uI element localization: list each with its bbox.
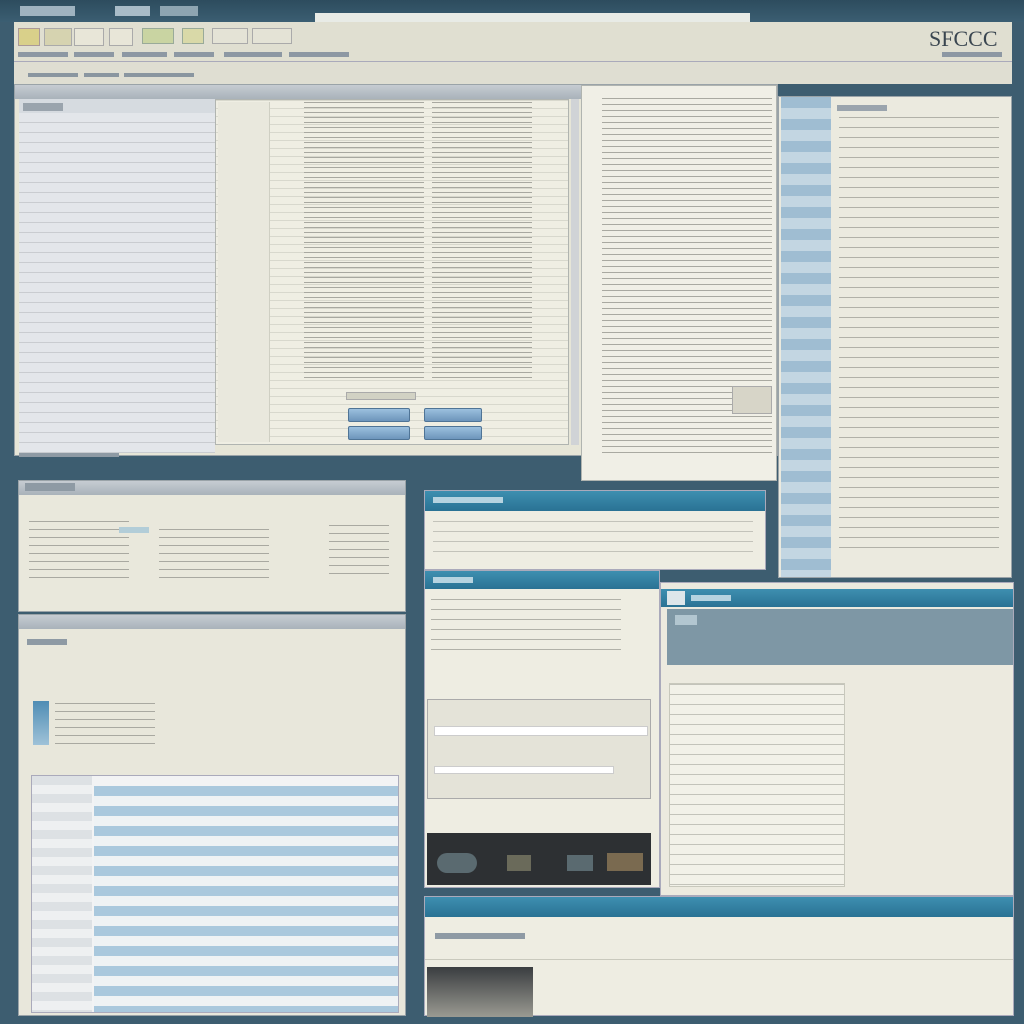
data-table-rows[interactable] — [94, 786, 398, 1012]
toolbar-icon-1[interactable] — [18, 28, 40, 46]
teal-panel-c-icon — [667, 591, 685, 605]
breadcrumb-item[interactable] — [124, 73, 194, 77]
dialog-title — [25, 483, 75, 491]
primary-button[interactable] — [348, 408, 410, 422]
tab-1[interactable] — [675, 615, 697, 625]
teal-panel-b — [424, 570, 660, 888]
dialog-text-2 — [159, 529, 269, 579]
main-window — [14, 84, 778, 481]
list-row-content — [27, 115, 207, 126]
toolbar-icon-6[interactable] — [182, 28, 204, 44]
teal-panel-a-title — [433, 497, 503, 503]
record-thumbnail[interactable] — [33, 701, 49, 745]
menu-item-2[interactable] — [74, 52, 114, 57]
logo-subtext — [942, 52, 1002, 57]
toolbar-icon-7[interactable] — [212, 28, 248, 44]
teal-panel-d-divider — [425, 959, 1013, 960]
menu-item-4[interactable] — [174, 52, 214, 57]
teal-panel-a — [424, 490, 766, 570]
side-document-thumb[interactable] — [732, 386, 772, 414]
right-panel-title — [837, 105, 887, 111]
list-header — [23, 103, 63, 111]
toolbar-icon-5[interactable] — [142, 28, 174, 44]
title-bar — [0, 0, 1024, 22]
button-group-label — [346, 392, 416, 400]
window-title — [20, 6, 75, 16]
toolbar-icon-3[interactable] — [74, 28, 104, 46]
right-panel — [778, 96, 1012, 578]
dialog-header — [19, 481, 405, 495]
window-title-segment — [115, 6, 150, 16]
menu-item-3[interactable] — [122, 52, 167, 57]
media-icon-2 — [507, 855, 531, 871]
breadcrumb-item[interactable] — [28, 73, 78, 77]
menu-item-6[interactable] — [289, 52, 349, 57]
teal-panel-d-title — [435, 933, 525, 939]
toolbar-menu — [14, 50, 354, 60]
item-list — [19, 99, 215, 453]
dialog-text-3 — [329, 525, 389, 581]
teal-panel-c-title — [691, 595, 731, 601]
teal-panel-b-text — [431, 599, 621, 659]
media-icon-4 — [607, 853, 643, 871]
toolbar-icon-4[interactable] — [109, 28, 133, 46]
form-input-2[interactable] — [434, 766, 614, 774]
dialog-text-1 — [29, 521, 129, 581]
media-strip[interactable] — [427, 833, 651, 885]
data-table — [31, 775, 399, 1013]
teal-panel-a-table[interactable] — [433, 521, 753, 561]
tertiary-button[interactable] — [348, 426, 410, 440]
list-rows[interactable] — [19, 113, 215, 453]
dialog-badge — [119, 527, 149, 533]
document-text-col-1 — [304, 102, 424, 382]
breadcrumb-item[interactable] — [84, 73, 119, 77]
window-title-segment-2 — [160, 6, 198, 16]
scrollbar[interactable] — [571, 99, 579, 445]
breadcrumb — [14, 62, 1012, 84]
teal-panel-c — [660, 582, 1014, 896]
document-gutter — [218, 102, 270, 442]
teal-panel-b-title — [433, 577, 473, 583]
status-text — [19, 453, 119, 457]
menu-item-5[interactable] — [224, 52, 282, 57]
mid-left-dialog — [18, 480, 406, 612]
toolbar-icon-2[interactable] — [44, 28, 72, 46]
lower-left-header — [19, 615, 405, 629]
media-icon-3 — [567, 855, 593, 871]
teal-panel-b-form — [427, 699, 651, 799]
menu-item-1[interactable] — [18, 52, 68, 57]
right-panel-items[interactable] — [839, 117, 999, 557]
teal-panel-c-table-head — [667, 609, 1013, 665]
side-document — [581, 85, 777, 481]
data-table-key-column — [32, 776, 92, 1012]
right-panel-nav[interactable] — [781, 97, 831, 577]
teal-panel-d-header — [425, 897, 1013, 917]
address-strip[interactable] — [315, 13, 750, 22]
media-icon-1 — [437, 853, 477, 873]
teal-panel-d — [424, 896, 1014, 1017]
toolbar: SFCCC — [14, 22, 1012, 62]
teal-panel-c-list[interactable] — [669, 683, 845, 887]
fourth-button[interactable] — [424, 426, 482, 440]
lower-left-window — [18, 614, 406, 1016]
teal-panel-d-preview[interactable] — [427, 967, 533, 1017]
record-details — [55, 703, 155, 747]
secondary-button[interactable] — [424, 408, 482, 422]
toolbar-icon-8[interactable] — [252, 28, 292, 44]
app-logo: SFCCC — [929, 26, 998, 51]
document-pane — [215, 99, 569, 445]
document-text-col-2 — [432, 102, 532, 382]
lower-left-title — [27, 639, 67, 645]
form-input-1[interactable] — [434, 726, 648, 736]
